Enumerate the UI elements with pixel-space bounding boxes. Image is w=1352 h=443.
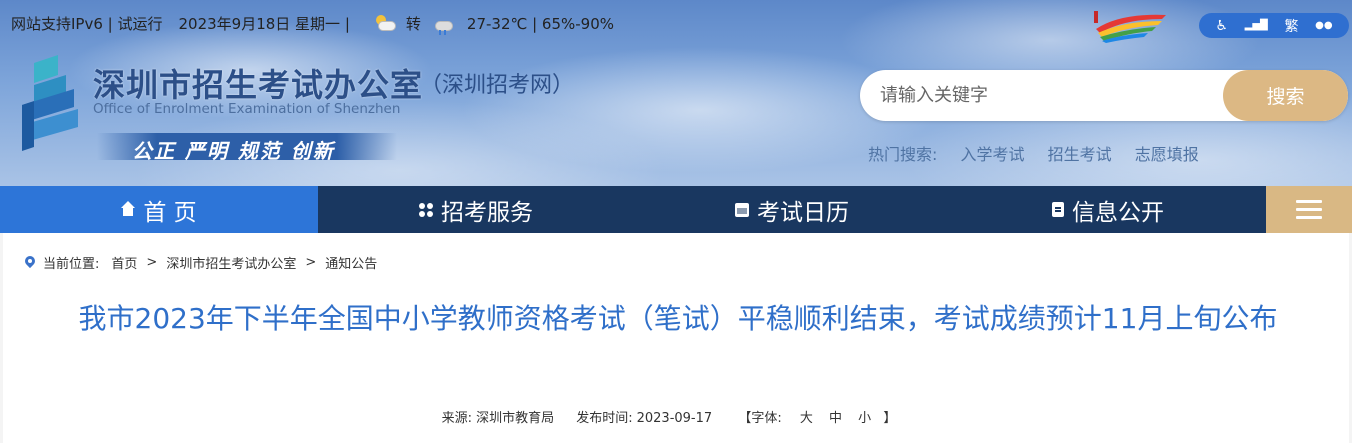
article-title: 我市2023年下半年全国中小学教师资格考试（笔试）平稳顺利结束，考试成绩预计11… — [78, 302, 1278, 335]
hot-search-term[interactable]: 招生考试 — [1048, 145, 1112, 164]
topbar-info: 网站支持IPv6 | 试运行 2023年9月18日 星期一 | 转 27-32℃… — [11, 13, 615, 35]
source-label: 来源: — [441, 411, 473, 426]
hamburger-icon — [1296, 199, 1322, 220]
breadcrumb: 当前位置: 首页 > 深圳市招生考试办公室 > 通知公告 — [25, 253, 377, 272]
hot-search-term[interactable]: 志愿填报 — [1135, 145, 1199, 164]
traditional-chinese-button[interactable]: 繁 — [1284, 16, 1298, 36]
article-panel: 当前位置: 首页 > 深圳市招生考试办公室 > 通知公告 我市2023年下半年全… — [3, 233, 1349, 443]
document-icon — [1052, 202, 1064, 217]
font-medium-button[interactable]: 中 — [829, 411, 842, 426]
font-size-label: 【字体: — [738, 411, 782, 426]
shenzhen-city-logo — [1094, 11, 1166, 43]
breadcrumb-separator: > — [146, 255, 158, 270]
grid-icon — [419, 202, 433, 217]
chart-icon[interactable]: ▂▅█ — [1245, 20, 1268, 31]
nav-info-public-label: 信息公开 — [1072, 199, 1164, 226]
date-label: 发布时间: — [576, 411, 633, 426]
hot-search: 热门搜索: 入学考试 招生考试 志愿填报 — [868, 141, 1217, 165]
site-info-text: 网站支持IPv6 | 试运行 — [11, 15, 163, 33]
accessibility-toolbar: ♿ ▂▅█ 繁 ●● — [1199, 13, 1349, 38]
search-input[interactable] — [880, 70, 1220, 121]
font-large-button[interactable]: 大 — [800, 411, 813, 426]
source-value: 深圳市教育局 — [476, 411, 555, 426]
nav-exam-services-label: 招考服务 — [441, 199, 533, 226]
weather-detail-text: 27-32℃ | 65%-90% — [466, 14, 615, 33]
breadcrumb-home[interactable]: 首页 — [111, 253, 137, 272]
menu-button[interactable] — [1266, 186, 1352, 233]
sun-cloud-icon — [372, 14, 398, 34]
calendar-icon — [735, 202, 749, 217]
site-english-name: Office of Enrolment Examination of Shenz… — [93, 101, 401, 117]
cloud-rain-icon — [429, 14, 455, 35]
wechat-icon[interactable]: ●● — [1315, 20, 1332, 31]
date-value: 2023-09-17 — [636, 411, 713, 426]
weather-transition-text: 转 — [405, 15, 421, 33]
hot-search-term[interactable]: 入学考试 — [961, 145, 1025, 164]
search-button[interactable]: 搜索 — [1223, 70, 1348, 121]
nav-home-label: 首 页 — [143, 199, 197, 226]
nav-exam-services[interactable]: 招考服务 — [318, 186, 634, 233]
accessibility-icon[interactable]: ♿ — [1215, 18, 1228, 34]
breadcrumb-separator: > — [305, 255, 317, 270]
slogan-text: 公正 严明 规范 创新 — [132, 139, 335, 163]
hot-search-label: 热门搜索: — [868, 145, 938, 164]
search-box: 搜索 — [860, 70, 1348, 121]
nav-exam-calendar-label: 考试日历 — [757, 199, 849, 226]
site-title: 深圳市招生考试办公室 — [93, 66, 424, 104]
breadcrumb-label: 当前位置: — [43, 257, 100, 272]
nav-home[interactable]: 首 页 — [0, 186, 318, 233]
font-small-button[interactable]: 小 — [858, 411, 871, 426]
breadcrumb-notices[interactable]: 通知公告 — [325, 253, 377, 272]
nav-info-public[interactable]: 信息公开 — [950, 186, 1266, 233]
location-pin-icon — [25, 256, 35, 269]
office-logo-icon — [22, 55, 78, 151]
nav-exam-calendar[interactable]: 考试日历 — [634, 186, 950, 233]
article-meta: 来源: 深圳市教育局 发布时间: 2023-09-17 【字体: 大 中 小 】 — [3, 407, 1335, 426]
breadcrumb-office[interactable]: 深圳市招生考试办公室 — [166, 253, 296, 272]
date-text: 2023年9月18日 星期一 | — [178, 15, 350, 33]
home-icon — [121, 200, 136, 217]
header-banner: 网站支持IPv6 | 试运行 2023年9月18日 星期一 | 转 27-32℃… — [0, 0, 1352, 186]
font-size-close: 】 — [883, 411, 897, 426]
content-area: 当前位置: 首页 > 深圳市招生考试办公室 > 通知公告 我市2023年下半年全… — [0, 233, 1352, 443]
site-subtitle: （深圳招考网） — [420, 73, 575, 98]
main-nav: 首 页 招考服务 考试日历 信息公开 — [0, 186, 1352, 233]
